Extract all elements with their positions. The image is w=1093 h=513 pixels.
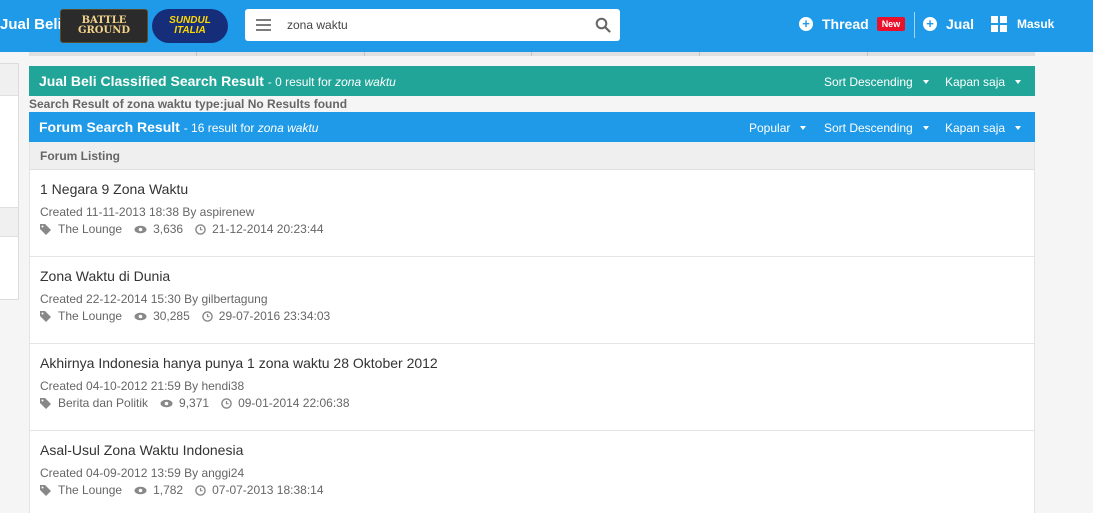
- thread-views: 30,285: [153, 309, 190, 323]
- clock-icon: [195, 223, 206, 235]
- thread-created: Created 11-11-2013 18:38 By aspirenew: [40, 205, 255, 219]
- tag-icon: [40, 223, 51, 235]
- masuk-button[interactable]: Masuk: [991, 16, 1054, 32]
- create-thread-button[interactable]: + Thread New: [799, 16, 906, 32]
- thread-created: Created 04-10-2012 21:59 By hendi38: [40, 379, 245, 393]
- tag-icon: [40, 484, 51, 496]
- jual-label: Jual: [946, 16, 975, 32]
- eye-icon: [134, 225, 147, 233]
- new-badge: New: [876, 17, 906, 31]
- clock-icon: [221, 397, 232, 409]
- tag-icon: [40, 310, 51, 322]
- thread-title-link[interactable]: 1 Negara 9 Zona Waktu: [40, 181, 188, 197]
- battleground-logo[interactable]: BATTLE GROUND: [60, 9, 148, 43]
- thread-row: Akhirnya Indonesia hanya punya 1 zona wa…: [30, 344, 1034, 431]
- left-sidebar: [0, 63, 19, 300]
- grid-icon: [991, 16, 1007, 32]
- thread-row: Zona Waktu di Dunia Created 22-12-2014 1…: [30, 257, 1034, 344]
- jual-beli-result-header: Jual Beli Classified Search Result - 0 r…: [29, 66, 1035, 96]
- caret-down-icon: [1015, 80, 1022, 84]
- no-results-message: Search Result of zona waktu type:jual No…: [29, 97, 348, 111]
- clock-icon: [201, 310, 213, 322]
- popular-dropdown[interactable]: Popular: [749, 121, 807, 135]
- tag-icon: [40, 397, 51, 409]
- thread-row: 1 Negara 9 Zona Waktu Created 11-11-2013…: [30, 170, 1034, 257]
- thread-created: Created 22-12-2014 15:30 By gilbertagung: [40, 292, 268, 306]
- thread-label: Thread: [822, 16, 869, 32]
- plus-circle-icon: +: [923, 17, 937, 31]
- thread-last-post: 09-01-2014 22:06:38: [238, 396, 350, 410]
- thread-category-link[interactable]: The Lounge: [58, 222, 122, 236]
- sort-dropdown[interactable]: Sort Descending: [824, 121, 929, 135]
- thread-title-link[interactable]: Asal-Usul Zona Waktu Indonesia: [40, 442, 243, 458]
- thread-meta: The Lounge 3,636 21-12-2014 20:23:44: [40, 222, 336, 236]
- caret-down-icon: [922, 80, 929, 84]
- thread-created: Created 04-09-2012 13:59 By anggi24: [40, 466, 245, 480]
- forum-listing: Forum Listing 1 Negara 9 Zona Waktu Crea…: [29, 142, 1035, 513]
- thread-category-link[interactable]: Berita dan Politik: [58, 396, 148, 410]
- sort-dropdown[interactable]: Sort Descending: [824, 75, 929, 89]
- sidebar-item[interactable]: [0, 207, 18, 237]
- forum-result-header: Forum Search Result - 16 result for zona…: [29, 112, 1035, 142]
- search-icon[interactable]: [595, 17, 611, 33]
- caret-down-icon: [1015, 126, 1022, 130]
- thread-category-link[interactable]: The Lounge: [58, 309, 122, 323]
- caret-down-icon: [922, 126, 929, 130]
- thread-category-link[interactable]: The Lounge: [58, 483, 122, 497]
- time-dropdown[interactable]: Kapan saja: [945, 75, 1022, 89]
- thread-title-link[interactable]: Akhirnya Indonesia hanya punya 1 zona wa…: [40, 355, 438, 371]
- eye-icon: [134, 486, 147, 494]
- thread-title-link[interactable]: Zona Waktu di Dunia: [40, 268, 170, 284]
- forum-listing-label: Forum Listing: [30, 142, 1034, 170]
- thread-last-post: 21-12-2014 20:23:44: [212, 222, 324, 236]
- sidebar-item[interactable]: [0, 64, 18, 96]
- eye-icon: [160, 399, 173, 407]
- forum-result-title: Forum Search Result - 16 result for zona…: [39, 119, 319, 135]
- jual-button[interactable]: + Jual: [923, 16, 974, 32]
- thread-last-post: 29-07-2016 23:34:03: [218, 309, 331, 323]
- thread-last-post: 07-07-2013 18:38:14: [212, 483, 324, 497]
- nav-divider: [914, 12, 915, 38]
- sundul-italia-logo[interactable]: SUNDUL ITALIA: [152, 9, 228, 43]
- thread-meta: The Lounge 30,285 29-07-2016 23:34:03: [40, 309, 342, 323]
- top-navbar: Jual Beli BATTLEGROUND SUNDULITALIA + Th…: [0, 0, 1093, 52]
- masuk-label: Masuk: [1017, 17, 1055, 31]
- jual-beli-result-title: Jual Beli Classified Search Result - 0 r…: [39, 73, 396, 89]
- thread-meta: Berita dan Politik 9,371 09-01-2014 22:0…: [40, 396, 362, 410]
- menu-icon[interactable]: [256, 19, 271, 31]
- clock-icon: [195, 484, 206, 496]
- caret-down-icon: [800, 126, 807, 130]
- brand-jual-beli[interactable]: Jual Beli: [0, 16, 62, 33]
- thread-views: 9,371: [179, 396, 210, 410]
- time-dropdown[interactable]: Kapan saja: [945, 121, 1022, 135]
- eye-icon: [134, 312, 147, 320]
- plus-circle-icon: +: [799, 17, 813, 31]
- category-tab-strip: [29, 52, 1035, 56]
- thread-views: 1,782: [153, 483, 184, 497]
- search-box: [245, 9, 620, 41]
- thread-views: 3,636: [153, 222, 184, 236]
- thread-row: Asal-Usul Zona Waktu Indonesia Created 0…: [30, 431, 1034, 513]
- search-input[interactable]: [287, 16, 587, 34]
- thread-meta: The Lounge 1,782 07-07-2013 18:38:14: [40, 483, 336, 497]
